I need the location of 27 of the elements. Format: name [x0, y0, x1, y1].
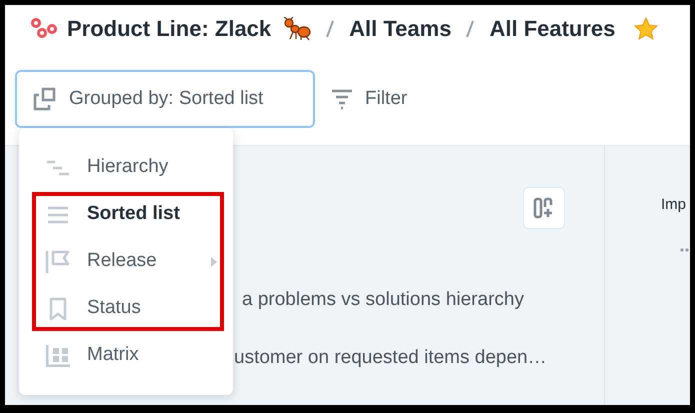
- breadcrumb-item[interactable]: All Teams: [349, 12, 452, 45]
- grid-icon: [45, 344, 71, 368]
- slash-icon: [465, 18, 476, 38]
- menu-item[interactable]: Release: [19, 238, 233, 285]
- breadcrumb-item[interactable]: All Features: [489, 12, 616, 45]
- group-by-button[interactable]: Grouped by: Sorted list: [15, 70, 315, 128]
- menu-item[interactable]: Hierarchy: [19, 144, 233, 191]
- star-icon[interactable]: [633, 16, 660, 42]
- logo-icon: [31, 18, 57, 40]
- more-icon[interactable]: [680, 248, 690, 252]
- slash-icon: [325, 18, 336, 38]
- list-icon: [45, 204, 71, 224]
- menu-item[interactable]: Sorted list: [19, 191, 233, 238]
- menu-item[interactable]: Matrix: [19, 332, 233, 379]
- menu-item[interactable]: Status: [19, 285, 233, 332]
- layers-icon: [33, 87, 57, 111]
- list-item-title[interactable]: a problems vs solutions hierarchy: [242, 286, 524, 314]
- list-item-title[interactable]: ustomer on requested items depen…: [234, 344, 547, 372]
- filter-icon: [331, 88, 353, 110]
- ant-icon: [281, 16, 312, 40]
- filter-button[interactable]: Filter: [327, 70, 412, 128]
- flag-icon: [45, 250, 71, 274]
- column-add-icon: [533, 197, 555, 219]
- breadcrumb-item[interactable]: Product Line: Zlack: [67, 12, 272, 45]
- column-header: Imp: [661, 195, 686, 215]
- add-column-button[interactable]: [523, 187, 565, 229]
- submenu-arrow-icon: [211, 256, 217, 266]
